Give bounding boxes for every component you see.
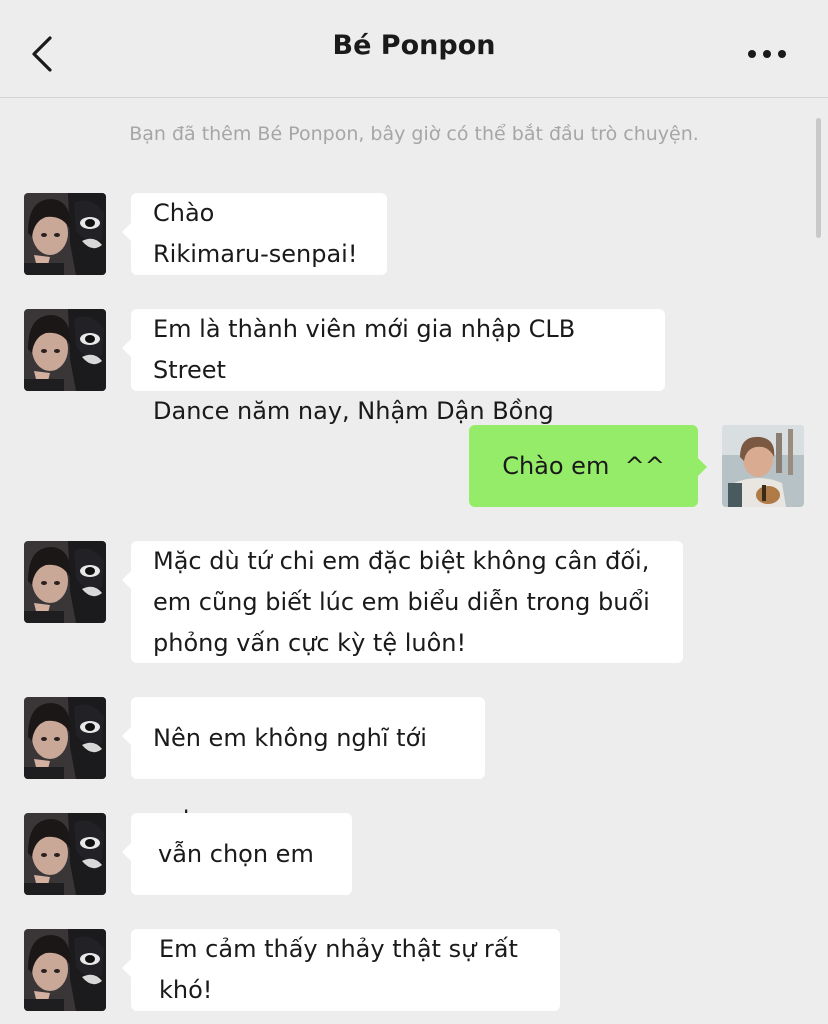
message-text: Chào em ^^ (502, 452, 665, 480)
message-text: Em cảm thấy nhảy thật sự rất khó! (159, 935, 518, 1004)
message-bubble-incoming[interactable]: Mặc dù tứ chi em đặc biệt không cân đối,… (122, 541, 683, 663)
contact-avatar[interactable] (24, 541, 106, 623)
contact-avatar[interactable] (24, 929, 106, 1011)
contact-avatar[interactable] (24, 309, 106, 391)
message-bubble-incoming[interactable]: Em là thành viên mới gia nhập CLB Street… (122, 309, 665, 425)
message-text: Chào Rikimaru-senpai! (153, 199, 358, 268)
contact-avatar[interactable] (24, 193, 106, 275)
message-bubble-outgoing[interactable]: Chào em ^^ (469, 425, 707, 507)
message-text: Em là thành viên mới gia nhập CLB Street… (153, 315, 576, 425)
chat-header: Bé Ponpon (0, 0, 828, 98)
user-avatar[interactable] (722, 425, 804, 507)
message-text: vẫn chọn em (158, 840, 314, 868)
chat-title: Bé Ponpon (332, 30, 496, 61)
message-bubble-incoming[interactable]: Nên em không nghĩ tới anh (122, 697, 485, 834)
more-options-icon[interactable] (744, 44, 790, 64)
contact-avatar[interactable] (24, 697, 106, 779)
message-bubble-incoming[interactable]: vẫn chọn em (122, 813, 352, 895)
contact-avatar[interactable] (24, 813, 106, 895)
message-text: Mặc dù tứ chi em đặc biệt không cân đối,… (153, 547, 650, 657)
system-notice: Bạn đã thêm Bé Ponpon, bây giờ có thể bắ… (129, 123, 699, 145)
message-bubble-incoming[interactable]: Chào Rikimaru-senpai! (122, 193, 387, 275)
message-bubble-incoming[interactable]: Em cảm thấy nhảy thật sự rất khó! (122, 929, 560, 1011)
